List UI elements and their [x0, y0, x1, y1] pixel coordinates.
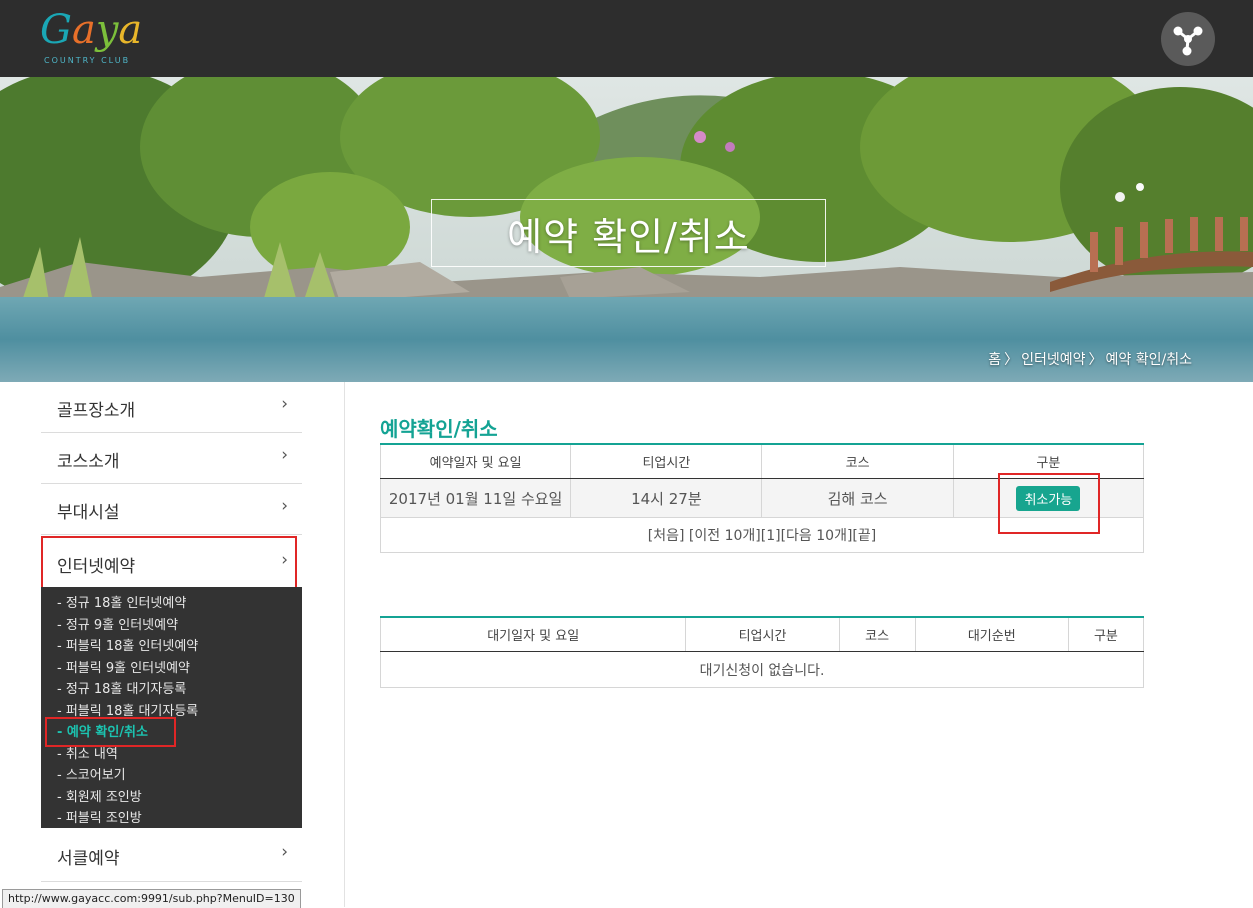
- submenu-item-public-18-waitlist[interactable]: - 퍼블릭 18홀 대기자등록: [57, 700, 198, 719]
- submenu-item-public-join-room[interactable]: - 퍼블릭 조인방: [57, 807, 142, 826]
- sidebar-item-facilities[interactable]: 부대시설 ›: [41, 484, 302, 535]
- pagination-next-10[interactable]: [다음 10개]: [781, 528, 853, 544]
- column-header: 코스: [761, 444, 954, 479]
- table-row: 대기신청이 없습니다.: [380, 651, 1144, 688]
- chevron-right-icon: ›: [281, 550, 288, 570]
- logo-wordmark: Gaya: [40, 7, 143, 53]
- breadcrumb-separator: 〉: [1088, 352, 1103, 368]
- breadcrumb-internet-reservation[interactable]: 인터넷예약: [1021, 352, 1085, 368]
- sidebar-item-label: 코스소개: [57, 452, 120, 472]
- submenu-item-scores[interactable]: - 스코어보기: [57, 764, 126, 783]
- pagination-row: [처음] [이전 10개][1][다음 10개][끝]: [380, 517, 1144, 553]
- table-row: 2017년 01월 11일 수요일 14시 27분 김해 코스 취소가능: [380, 478, 1144, 518]
- sidebar-item-label: 인터넷예약: [57, 557, 136, 577]
- breadcrumb: 홈 〉 인터넷예약 〉 예약 확인/취소: [988, 349, 1192, 369]
- share-button[interactable]: [1161, 12, 1215, 66]
- sidebar-item-circle-reservation[interactable]: 서클예약 ›: [41, 829, 302, 882]
- chevron-right-icon: ›: [281, 496, 288, 516]
- reservation-table: 예약일자 및 요일 티업시간 코스 구분 2017년 01월 11일 수요일 1…: [380, 443, 1144, 553]
- pagination-first[interactable]: [처음]: [648, 528, 685, 544]
- sidebar-item-label: 골프장소개: [57, 401, 136, 421]
- hero-title: 예약 확인/취소: [507, 214, 750, 259]
- waitlist-table: 대기일자 및 요일 티업시간 코스 대기순번 구분 대기신청이 없습니다.: [380, 616, 1144, 688]
- column-header: 코스: [838, 617, 916, 652]
- cancel-available-button[interactable]: 취소가능: [1016, 485, 1081, 511]
- breadcrumb-home[interactable]: 홈: [988, 352, 1001, 368]
- pagination: [처음] [이전 10개][1][다음 10개][끝]: [380, 517, 1144, 553]
- column-header: 구분: [1067, 617, 1144, 652]
- column-header: 대기일자 및 요일: [380, 617, 686, 652]
- submenu-item-member-join-room[interactable]: - 회원제 조인방: [57, 786, 142, 805]
- submenu-item-regular-9-reserve[interactable]: - 정규 9홀 인터넷예약: [57, 614, 178, 633]
- submenu-item-cancel-history[interactable]: - 취소 내역: [57, 743, 118, 762]
- tee-time: 14시 27분: [570, 478, 762, 518]
- course-name: 김해 코스: [761, 478, 954, 518]
- logo-subtitle: COUNTRY CLUB: [44, 56, 131, 65]
- submenu-item-reservation-check[interactable]: - 예약 확인/취소: [57, 721, 148, 740]
- action-cell: 취소가능: [952, 478, 1144, 518]
- share-network-icon: [1173, 26, 1203, 56]
- submenu-item-public-18-reserve[interactable]: - 퍼블릭 18홀 인터넷예약: [57, 635, 198, 654]
- page-title: 예약확인/취소: [380, 417, 498, 441]
- chevron-right-icon: ›: [281, 445, 288, 465]
- browser-status-url: http://www.gayacc.com:9991/sub.php?MenuI…: [2, 889, 301, 908]
- sidebar-item-course-intro[interactable]: 코스소개 ›: [41, 433, 302, 484]
- column-header: 티업시간: [570, 444, 762, 479]
- empty-message: 대기신청이 없습니다.: [380, 651, 1144, 688]
- breadcrumb-current[interactable]: 예약 확인/취소: [1106, 352, 1192, 368]
- logo[interactable]: Gaya COUNTRY CLUB: [40, 6, 170, 70]
- column-header: 구분: [952, 444, 1144, 479]
- submenu-item-regular-18-waitlist[interactable]: - 정규 18홀 대기자등록: [57, 678, 186, 697]
- sidebar-item-label: 서클예약: [57, 849, 120, 869]
- sidebar-nav: 골프장소개 › 코스소개 › 부대시설 › 인터넷예약 ›: [41, 382, 302, 588]
- sidebar-item-internet-reservation[interactable]: 인터넷예약 ›: [41, 535, 302, 588]
- hero-banner: 예약 확인/취소 홈 〉 인터넷예약 〉 예약 확인/취소: [0, 77, 1253, 382]
- reservation-date: 2017년 01월 11일 수요일: [380, 478, 571, 518]
- column-header: 대기순번: [914, 617, 1069, 652]
- pagination-last[interactable]: [끝]: [852, 528, 876, 544]
- pagination-page-1[interactable]: [1]: [761, 528, 781, 544]
- hero-title-box: 예약 확인/취소: [431, 199, 826, 267]
- submenu-item-public-9-reserve[interactable]: - 퍼블릭 9홀 인터넷예약: [57, 657, 190, 676]
- divider: [344, 382, 345, 907]
- chevron-right-icon: ›: [281, 842, 288, 862]
- sidebar-item-label: 부대시설: [57, 503, 120, 523]
- pagination-prev-10[interactable]: [이전 10개]: [689, 528, 761, 544]
- chevron-right-icon: ›: [281, 394, 288, 414]
- column-header: 티업시간: [685, 617, 840, 652]
- sidebar-submenu: - 정규 18홀 인터넷예약 - 정규 9홀 인터넷예약 - 퍼블릭 18홀 인…: [41, 587, 302, 828]
- submenu-item-regular-18-reserve[interactable]: - 정규 18홀 인터넷예약: [57, 592, 186, 611]
- top-bar: Gaya COUNTRY CLUB: [0, 0, 1253, 77]
- column-header: 예약일자 및 요일: [380, 444, 571, 479]
- sidebar-item-golf-club-intro[interactable]: 골프장소개 ›: [41, 382, 302, 433]
- breadcrumb-separator: 〉: [1004, 352, 1019, 368]
